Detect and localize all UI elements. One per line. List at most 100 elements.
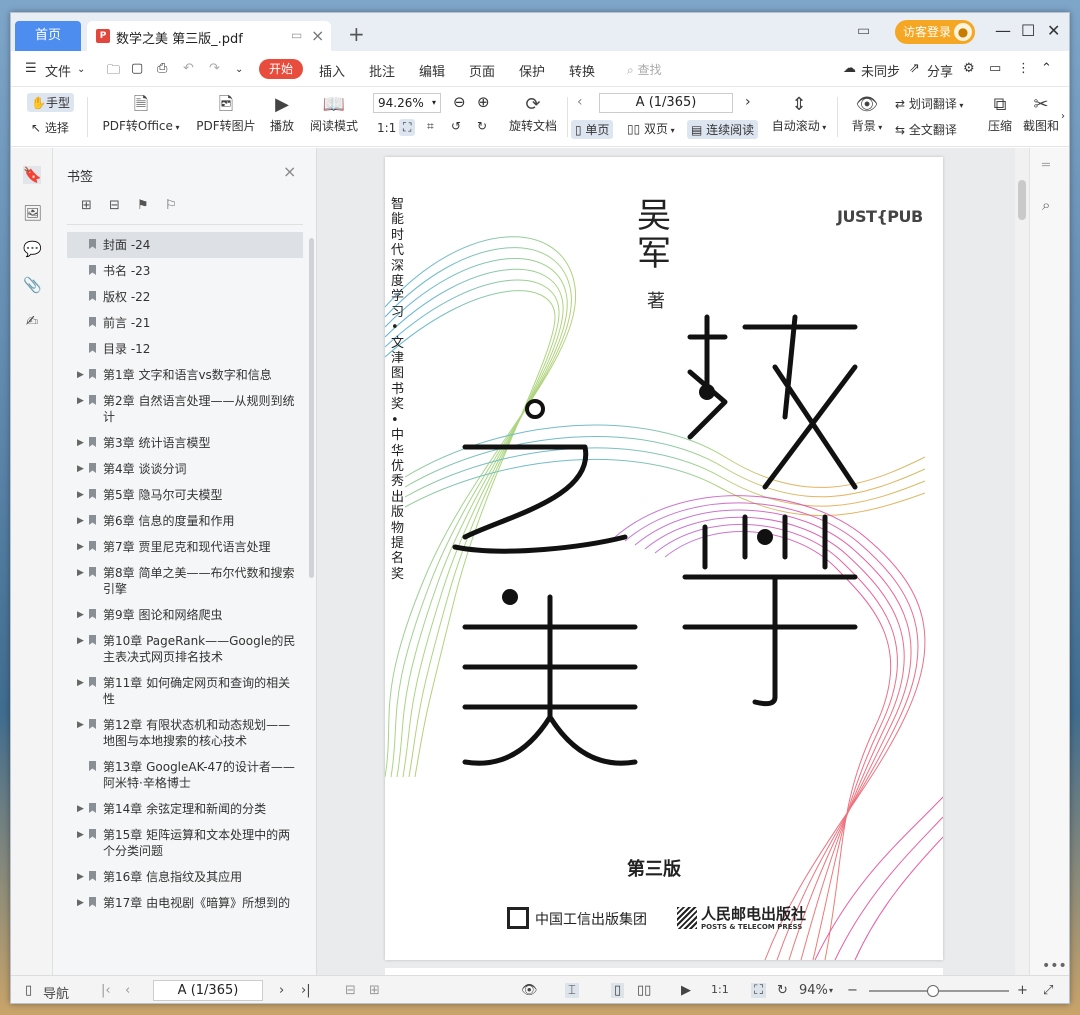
fullscreen-icon[interactable]: ⤢ (1043, 983, 1053, 998)
ribbon-scroll-right-icon[interactable]: › (1061, 111, 1065, 122)
close-tab-icon[interactable]: × (311, 26, 324, 45)
page-number-input[interactable]: A (1/365) (599, 93, 733, 113)
zoom-percentage[interactable]: 94% (799, 983, 828, 998)
zoom-out-icon[interactable]: ⊖ (453, 93, 466, 111)
menu-page[interactable]: 页面 (469, 61, 495, 80)
open-folder-icon[interactable]: 🗀 (107, 61, 120, 83)
zoom-dropdown-icon[interactable]: ▾ (829, 986, 833, 995)
redo-icon[interactable]: ↷ (209, 61, 220, 76)
bookmark-item[interactable]: ▶ 第15章 矩阵运算和文本处理中的两个分类问题 (67, 822, 303, 864)
tab-home[interactable]: 首页 (15, 21, 81, 51)
expand-arrow-icon[interactable]: ▶ (77, 539, 84, 555)
add-sub-bookmark-icon[interactable]: ⊟ (109, 198, 120, 213)
fit-page-icon[interactable]: ⛶ (399, 119, 416, 136)
bookmark-item[interactable]: ▶ 第10章 PageRank——Google的民主表决式网页排名技术 (67, 628, 303, 670)
pdf-to-office-button[interactable]: 🗎 PDF转Office ▾ (101, 93, 181, 134)
bookmark-outline-icon[interactable]: ⚐ (165, 198, 177, 213)
bookmark-item[interactable]: ▶ 第14章 余弦定理和新闻的分类 (67, 796, 303, 822)
expand-arrow-icon[interactable]: ▶ (77, 565, 84, 581)
fit-page-status-icon[interactable]: ⛶ (751, 983, 767, 998)
background-button[interactable]: 👁 背景 ▾ (847, 93, 887, 134)
bookmark-star-icon[interactable]: ⚑ (137, 198, 149, 213)
undo-icon[interactable]: ↶ (183, 61, 194, 76)
next-page-icon[interactable]: › (745, 94, 751, 110)
ai-search-icon[interactable]: ⌕ (1042, 196, 1050, 214)
expand-arrow-icon[interactable]: ▶ (77, 675, 84, 691)
panel-toggle-icon[interactable]: ═ (1042, 158, 1050, 173)
zoom-out-status-icon[interactable]: − (847, 983, 858, 998)
feedback-icon[interactable]: ▭ (989, 61, 1001, 76)
forward-icon[interactable]: ⊞ (369, 983, 380, 998)
play-button[interactable]: ▶ 播放 (267, 93, 297, 134)
hand-tool[interactable]: ✋手型 (27, 93, 74, 112)
zoom-slider[interactable] (869, 985, 1009, 997)
panel-scrollbar[interactable] (309, 238, 314, 578)
signature-icon[interactable]: ✍ (23, 312, 41, 330)
eye-protection-icon[interactable]: 👁 (521, 983, 538, 998)
prev-page-icon[interactable]: ‹ (125, 983, 130, 998)
bookmark-item[interactable]: ▶ 第2章 自然语言处理——从规则到统计 (67, 388, 303, 430)
word-translate-button[interactable]: ⇄ 划词翻译 ▾ (895, 95, 963, 112)
expand-arrow-icon[interactable]: ▶ (77, 801, 84, 817)
full-translate-button[interactable]: ⇆ 全文翻译 (895, 121, 957, 138)
bookmark-item[interactable]: 前言 -21 (67, 310, 303, 336)
new-tab-button[interactable]: + (348, 22, 365, 46)
double-page-status-icon[interactable]: ▯▯ (637, 983, 651, 998)
close-window-button[interactable]: ✕ (1047, 21, 1060, 40)
settings-icon[interactable]: ⚙ (963, 61, 975, 76)
window-count-icon[interactable]: ▭ (857, 23, 870, 39)
bookmark-item[interactable]: ▶ 第11章 如何确定网页和查询的相关性 (67, 670, 303, 712)
compress-button[interactable]: ⧉ 压缩 (985, 93, 1015, 134)
first-page-icon[interactable]: |‹ (101, 983, 111, 998)
rotate-right-icon[interactable]: ↻ (477, 119, 487, 133)
expand-arrow-icon[interactable]: ▶ (77, 827, 84, 843)
read-mode-button[interactable]: 📖 阅读模式 (309, 93, 359, 134)
pin-tab-icon[interactable]: ▭ (291, 28, 302, 42)
menu-insert[interactable]: 插入 (319, 61, 345, 80)
fit-width-status-icon[interactable]: ⌶ (565, 983, 579, 998)
play-status-icon[interactable]: ▶ (681, 983, 691, 998)
menu-start[interactable]: 开始 (259, 59, 303, 79)
next-page-status-icon[interactable]: › (279, 983, 284, 998)
expand-arrow-icon[interactable]: ▶ (77, 461, 84, 477)
expand-arrow-icon[interactable]: ▶ (77, 717, 84, 733)
attachment-icon[interactable]: 📎 (23, 276, 42, 294)
previous-page-icon[interactable]: ‹ (577, 94, 583, 110)
bookmark-item[interactable]: ▶ 第17章 由电视剧《暗算》所想到的 (67, 890, 303, 916)
last-page-icon[interactable]: ›| (301, 983, 311, 998)
bookmark-item[interactable]: ▶ 第3章 统计语言模型 (67, 430, 303, 456)
single-page-button[interactable]: ▯ 单页 (571, 120, 614, 139)
bookmark-item[interactable]: ▶ 第6章 信息的度量和作用 (67, 508, 303, 534)
expand-arrow-icon[interactable]: ▶ (77, 895, 84, 911)
zoom-select[interactable]: 94.26% ▾ (373, 93, 441, 113)
bookmark-item[interactable]: 目录 -12 (67, 336, 303, 362)
actual-size-icon[interactable]: 1:1 (377, 121, 396, 135)
expand-arrow-icon[interactable]: ▶ (77, 869, 84, 885)
menu-convert[interactable]: 转换 (569, 61, 595, 80)
menu-annotate[interactable]: 批注 (369, 61, 395, 80)
bookmark-item[interactable]: ▶ 第1章 文字和语言vs数字和信息 (67, 362, 303, 388)
auto-scroll-button[interactable]: ⇕ 自动滚动 ▾ (769, 93, 829, 134)
expand-arrow-icon[interactable]: ▶ (77, 487, 84, 503)
navigation-icon[interactable]: ▯ (25, 983, 32, 998)
actual-size-status-icon[interactable]: 1:1 (711, 983, 729, 996)
scrollbar-thumb[interactable] (1018, 180, 1026, 220)
cloud-sync-icon[interactable]: ☁ (843, 61, 856, 76)
maximize-button[interactable]: ☐ (1021, 21, 1035, 40)
collapse-ribbon-icon[interactable]: ⌃ (1041, 61, 1052, 76)
rotate-status-icon[interactable]: ↻ (777, 983, 788, 998)
rotate-document-button[interactable]: ⟳ 旋转文档 (505, 93, 561, 134)
select-tool[interactable]: ↖ 选择 (31, 119, 69, 136)
expand-arrow-icon[interactable]: ▶ (77, 513, 84, 529)
bookmark-item[interactable]: ▶ 第8章 简单之美——布尔代数和搜索引擎 (67, 560, 303, 602)
document-view[interactable]: 智能时代 深度学习 • 文津图书奖 • 中华优秀出版物提名奖 吴军 著 JUST… (317, 148, 1017, 988)
back-icon[interactable]: ⊟ (345, 983, 356, 998)
bookmark-item[interactable]: ▶ 第7章 贾里尼克和现代语言处理 (67, 534, 303, 560)
bookmark-item[interactable]: ▶ 第12章 有限状态机和动态规划——地图与本地搜索的核心技术 (67, 712, 303, 754)
zoom-in-icon[interactable]: ⊕ (477, 93, 490, 111)
share-button[interactable]: 分享 (927, 61, 953, 80)
more-menu-icon[interactable]: ⋮ (1017, 61, 1030, 76)
save-icon[interactable]: ▢ (131, 61, 143, 76)
comment-icon[interactable]: 💬 (23, 240, 42, 258)
bookmark-icon[interactable]: 🔖 (23, 166, 42, 184)
